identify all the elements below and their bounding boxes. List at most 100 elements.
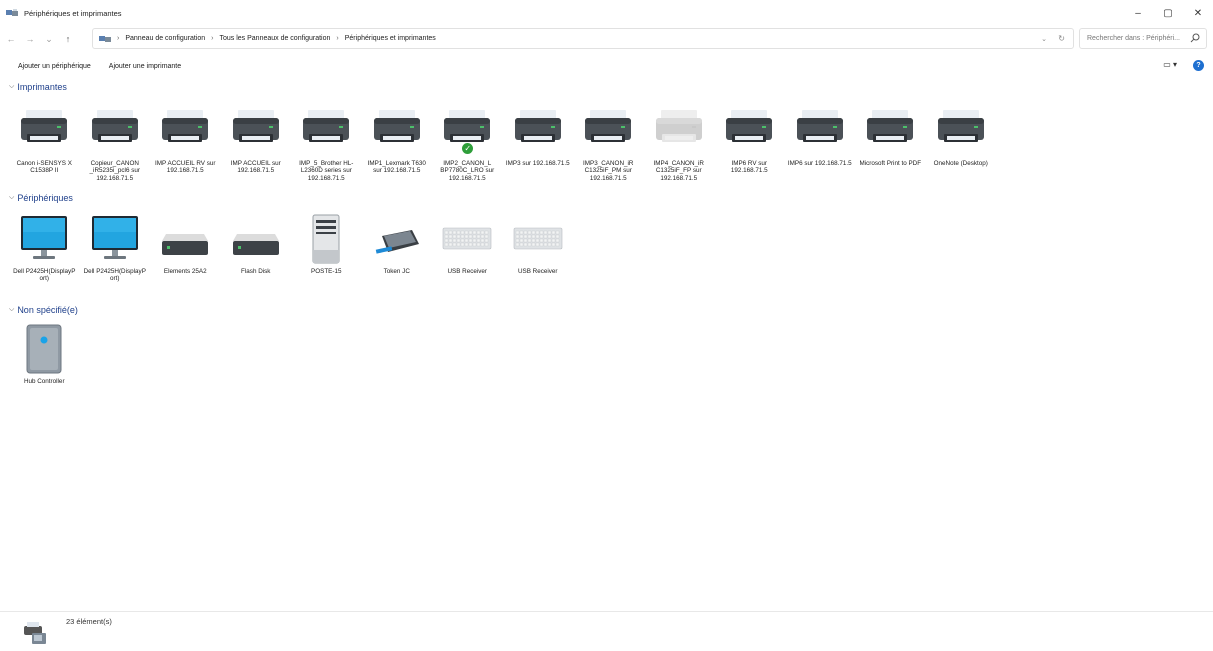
navigation-bar: ← → ⌄ ↑ › Panneau de configuration › Tou… [0, 27, 1213, 51]
printers-item[interactable]: IMP4_CANON_iR C1325iF_FP sur 192.168.71.… [644, 106, 715, 182]
printer-icon [654, 106, 704, 156]
devices-item[interactable]: USB Receiver [503, 214, 574, 283]
printers-item[interactable]: IMP ACCUEIL RV sur 192.168.71.5 [150, 106, 221, 182]
printers-item[interactable]: IMP6 sur 192.168.71.5 [785, 106, 856, 182]
minimize-button[interactable]: – [1123, 0, 1153, 26]
printers-item[interactable]: IMP_5_Brother HL-L2360D series sur 192.1… [291, 106, 362, 182]
printer-icon [583, 106, 633, 156]
printer-icon [90, 106, 140, 156]
item-label: IMP6 sur 192.168.71.5 [787, 160, 852, 167]
token-icon [372, 214, 422, 264]
printers-item[interactable]: Microsoft Print to PDF [855, 106, 926, 182]
item-label: Canon i-SENSYS X C1538P II [16, 160, 72, 175]
status-bar: 23 élément(s) [0, 611, 1213, 651]
printer-icon [19, 106, 69, 156]
search-icon[interactable] [1190, 33, 1200, 43]
monitor-icon [19, 214, 69, 264]
item-label: IMP4_CANON_iR C1325iF_FP sur 192.168.71.… [653, 160, 704, 182]
devices-item[interactable]: Token JC [362, 214, 433, 283]
devices-list: Dell P2425H(DisplayP ort) Dell P2425H(Di… [9, 214, 573, 283]
devices-item[interactable]: Dell P2425H(DisplayP ort) [9, 214, 80, 283]
group-header-printers[interactable]: ⌵ Imprimantes [9, 82, 67, 92]
item-label: IMP2_CANON_L BP7780C_LRO sur 192.168.71.… [440, 160, 495, 182]
search-input[interactable]: Rechercher dans : Périphéri... [1079, 28, 1207, 49]
address-dropdown-icon[interactable]: ⌄ [1041, 35, 1047, 43]
drive-icon [160, 214, 210, 264]
printer-icon: ✓ [442, 106, 492, 156]
search-placeholder: Rechercher dans : Périphéri... [1087, 35, 1180, 42]
keyboard-icon [442, 214, 492, 264]
add-printer-button[interactable]: Ajouter une imprimante [109, 63, 181, 70]
item-label: POSTE-15 [311, 268, 342, 275]
printers-item[interactable]: IMP ACCUEIL sur 192.168.71.5 [221, 106, 292, 182]
devices-item[interactable]: Elements 25A2 [150, 214, 221, 283]
breadcrumb-control-panel[interactable]: Panneau de configuration [125, 35, 205, 42]
collapse-chevron-icon: ⌵ [9, 194, 15, 201]
devices-item[interactable]: Flash Disk [221, 214, 292, 283]
devices-item[interactable]: USB Receiver [432, 214, 503, 283]
printer-icon [865, 106, 915, 156]
refresh-icon[interactable]: ↻ [1058, 34, 1065, 43]
printers-item[interactable]: ✓ IMP2_CANON_L BP7780C_LRO sur 192.168.71… [432, 106, 503, 182]
group-title: Non spécifié(e) [17, 305, 78, 315]
devices-item[interactable]: POSTE-15 [291, 214, 362, 283]
item-label: Elements 25A2 [163, 268, 207, 275]
group-header-unspecified[interactable]: ⌵ Non spécifié(e) [9, 305, 78, 315]
recent-locations-button[interactable]: ⌄ [41, 34, 57, 45]
printers-item[interactable]: IMP3 sur 192.168.71.5 [503, 106, 574, 182]
item-count: 23 élément(s) [66, 617, 112, 626]
close-button[interactable]: ✕ [1183, 0, 1213, 26]
item-label: IMP1_Lexmark T630 sur 192.168.71.5 [367, 160, 426, 175]
item-label: IMP ACCUEIL RV sur 192.168.71.5 [155, 160, 216, 175]
breadcrumb-all-control-panel-items[interactable]: Tous les Panneaux de configuration [219, 35, 330, 42]
drive-icon [231, 214, 281, 264]
forward-button[interactable]: → [22, 34, 38, 44]
keyboard-icon [513, 214, 563, 264]
printer-icon [795, 106, 845, 156]
printers-item[interactable]: IMP6 RV sur 192.168.71.5 [714, 106, 785, 182]
breadcrumb-separator: › [336, 35, 339, 42]
printers-item[interactable]: OneNote (Desktop) [926, 106, 997, 182]
printers-item[interactable]: IMP1_Lexmark T630 sur 192.168.71.5 [362, 106, 433, 182]
printers-item[interactable]: Canon i-SENSYS X C1538P II [9, 106, 80, 182]
item-label: Flash Disk [241, 268, 271, 275]
command-bar: Ajouter un périphérique Ajouter une impr… [0, 56, 1213, 76]
group-header-devices[interactable]: ⌵ Périphériques [9, 193, 73, 203]
add-device-button[interactable]: Ajouter un périphérique [18, 63, 91, 70]
window-title: Périphériques et imprimantes [24, 8, 122, 18]
breadcrumb-devices-printers[interactable]: Périphériques et imprimantes [345, 35, 436, 42]
computer-icon [301, 214, 351, 264]
title-bar: Périphériques et imprimantes – ▢ ✕ [0, 0, 1213, 26]
item-label: IMP6 RV sur 192.168.71.5 [730, 160, 768, 175]
printer-icon [231, 106, 281, 156]
collapse-chevron-icon: ⌵ [9, 306, 15, 313]
printer-icon [513, 106, 563, 156]
hub-icon [19, 324, 69, 374]
address-bar[interactable]: › Panneau de configuration › Tous les Pa… [92, 28, 1074, 49]
window-controls: – ▢ ✕ [1123, 0, 1213, 26]
up-button[interactable]: ↑ [60, 34, 76, 44]
item-label: IMP3_CANON_iR C1325iF_PM sur 192.168.71.… [583, 160, 634, 182]
breadcrumb-separator: › [211, 35, 214, 42]
change-view-icon[interactable]: ▭ ▾ [1163, 60, 1177, 69]
group-title: Imprimantes [17, 82, 67, 92]
back-button[interactable]: ← [3, 34, 19, 44]
item-label: IMP3 sur 192.168.71.5 [505, 160, 570, 167]
printer-icon [936, 106, 986, 156]
devices-item[interactable]: Dell P2425H(DisplayP ort) [80, 214, 151, 283]
control-panel-icon [99, 35, 111, 42]
collapse-chevron-icon: ⌵ [9, 83, 15, 90]
item-label: IMP ACCUEIL sur 192.168.71.5 [230, 160, 281, 175]
printer-icon [160, 106, 210, 156]
printers-item[interactable]: IMP3_CANON_iR C1325iF_PM sur 192.168.71.… [573, 106, 644, 182]
unspecified-item[interactable]: Hub Controller [9, 324, 80, 385]
item-label: Copieur_CANON _iR5235i_pcl6 sur 192.168.… [89, 160, 140, 182]
breadcrumb-separator: › [117, 35, 120, 42]
printer-icon [301, 106, 351, 156]
item-label: IMP_5_Brother HL-L2360D series sur 192.1… [299, 160, 354, 182]
devices-printers-app-icon [6, 9, 18, 16]
printers-item[interactable]: Copieur_CANON _iR5235i_pcl6 sur 192.168.… [80, 106, 151, 182]
maximize-button[interactable]: ▢ [1153, 0, 1183, 26]
item-label: Token JC [383, 268, 410, 275]
help-icon[interactable]: ? [1193, 60, 1204, 71]
